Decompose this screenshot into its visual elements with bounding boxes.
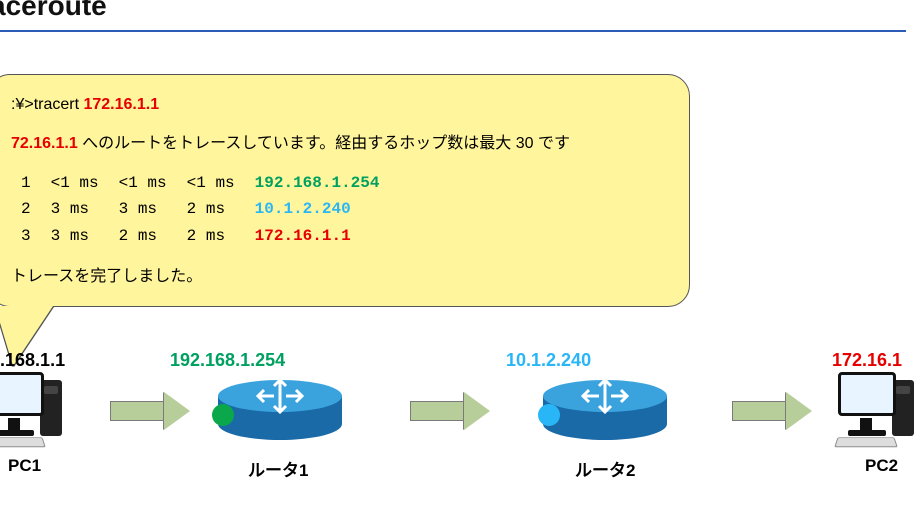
hop-ip: 10.1.2.240	[245, 197, 390, 224]
router1-ip-label: 192.168.1.254	[170, 350, 285, 371]
pc2-label: PC2	[865, 456, 898, 476]
arrow-pc1-r1	[110, 394, 190, 428]
hop-rtt3: <1 ms	[177, 171, 245, 198]
router2-interface-dot	[538, 404, 560, 426]
hop-rtt1: 3 ms	[41, 224, 109, 251]
hop-table: 1<1 ms<1 ms<1 ms192.168.1.25423 ms3 ms2 …	[11, 171, 667, 251]
hop-number: 3	[11, 224, 41, 251]
tracing-text: へのルートをトレースしています。経由するホップ数は最大 30 です	[78, 135, 570, 152]
pc1-ip-label: 92.168.1.1	[0, 350, 65, 371]
tracing-ip: 72.16.1.1	[11, 135, 78, 152]
trace-complete: トレースを完了しました。	[11, 265, 667, 290]
hop-rtt3: 2 ms	[177, 197, 245, 224]
hop-number: 2	[11, 197, 41, 224]
hop-ip: 172.16.1.1	[245, 224, 390, 251]
router2-label: ルータ2	[575, 456, 635, 481]
arrow-r2-pc2	[732, 394, 812, 428]
hop-row: 1<1 ms<1 ms<1 ms192.168.1.254	[11, 171, 389, 198]
hop-number: 1	[11, 171, 41, 198]
hop-rtt2: 2 ms	[109, 224, 177, 251]
pc2-ip-label: 172.16.1	[832, 350, 902, 371]
hop-row: 23 ms3 ms2 ms10.1.2.240	[11, 197, 389, 224]
page-title: aceroute	[0, 0, 107, 22]
hop-rtt2: <1 ms	[109, 171, 177, 198]
router1-label: ルータ1	[248, 456, 308, 481]
router1-interface-dot	[212, 404, 234, 426]
router2-ip-label: 10.1.2.240	[506, 350, 591, 371]
hop-rtt1: 3 ms	[41, 197, 109, 224]
hop-row: 33 ms2 ms2 ms172.16.1.1	[11, 224, 389, 251]
tracing-message: 72.16.1.1 へのルートをトレースしています。経由するホップ数は最大 30…	[11, 132, 667, 157]
hop-rtt1: <1 ms	[41, 171, 109, 198]
tracert-command: :¥>tracert 172.16.1.1	[11, 93, 667, 118]
hop-ip: 192.168.1.254	[245, 171, 390, 198]
title-rule	[0, 30, 906, 32]
pc2-icon	[838, 372, 918, 450]
pc1-label: PC1	[8, 456, 41, 476]
arrow-r1-r2	[410, 394, 490, 428]
prompt-text: :¥>tracert	[11, 96, 83, 113]
tracert-output-bubble: :¥>tracert 172.16.1.1 72.16.1.1 へのルートをトレ…	[0, 74, 690, 307]
target-ip: 172.16.1.1	[83, 96, 159, 113]
hop-rtt2: 3 ms	[109, 197, 177, 224]
pc1-icon	[0, 372, 66, 450]
hop-rtt3: 2 ms	[177, 224, 245, 251]
